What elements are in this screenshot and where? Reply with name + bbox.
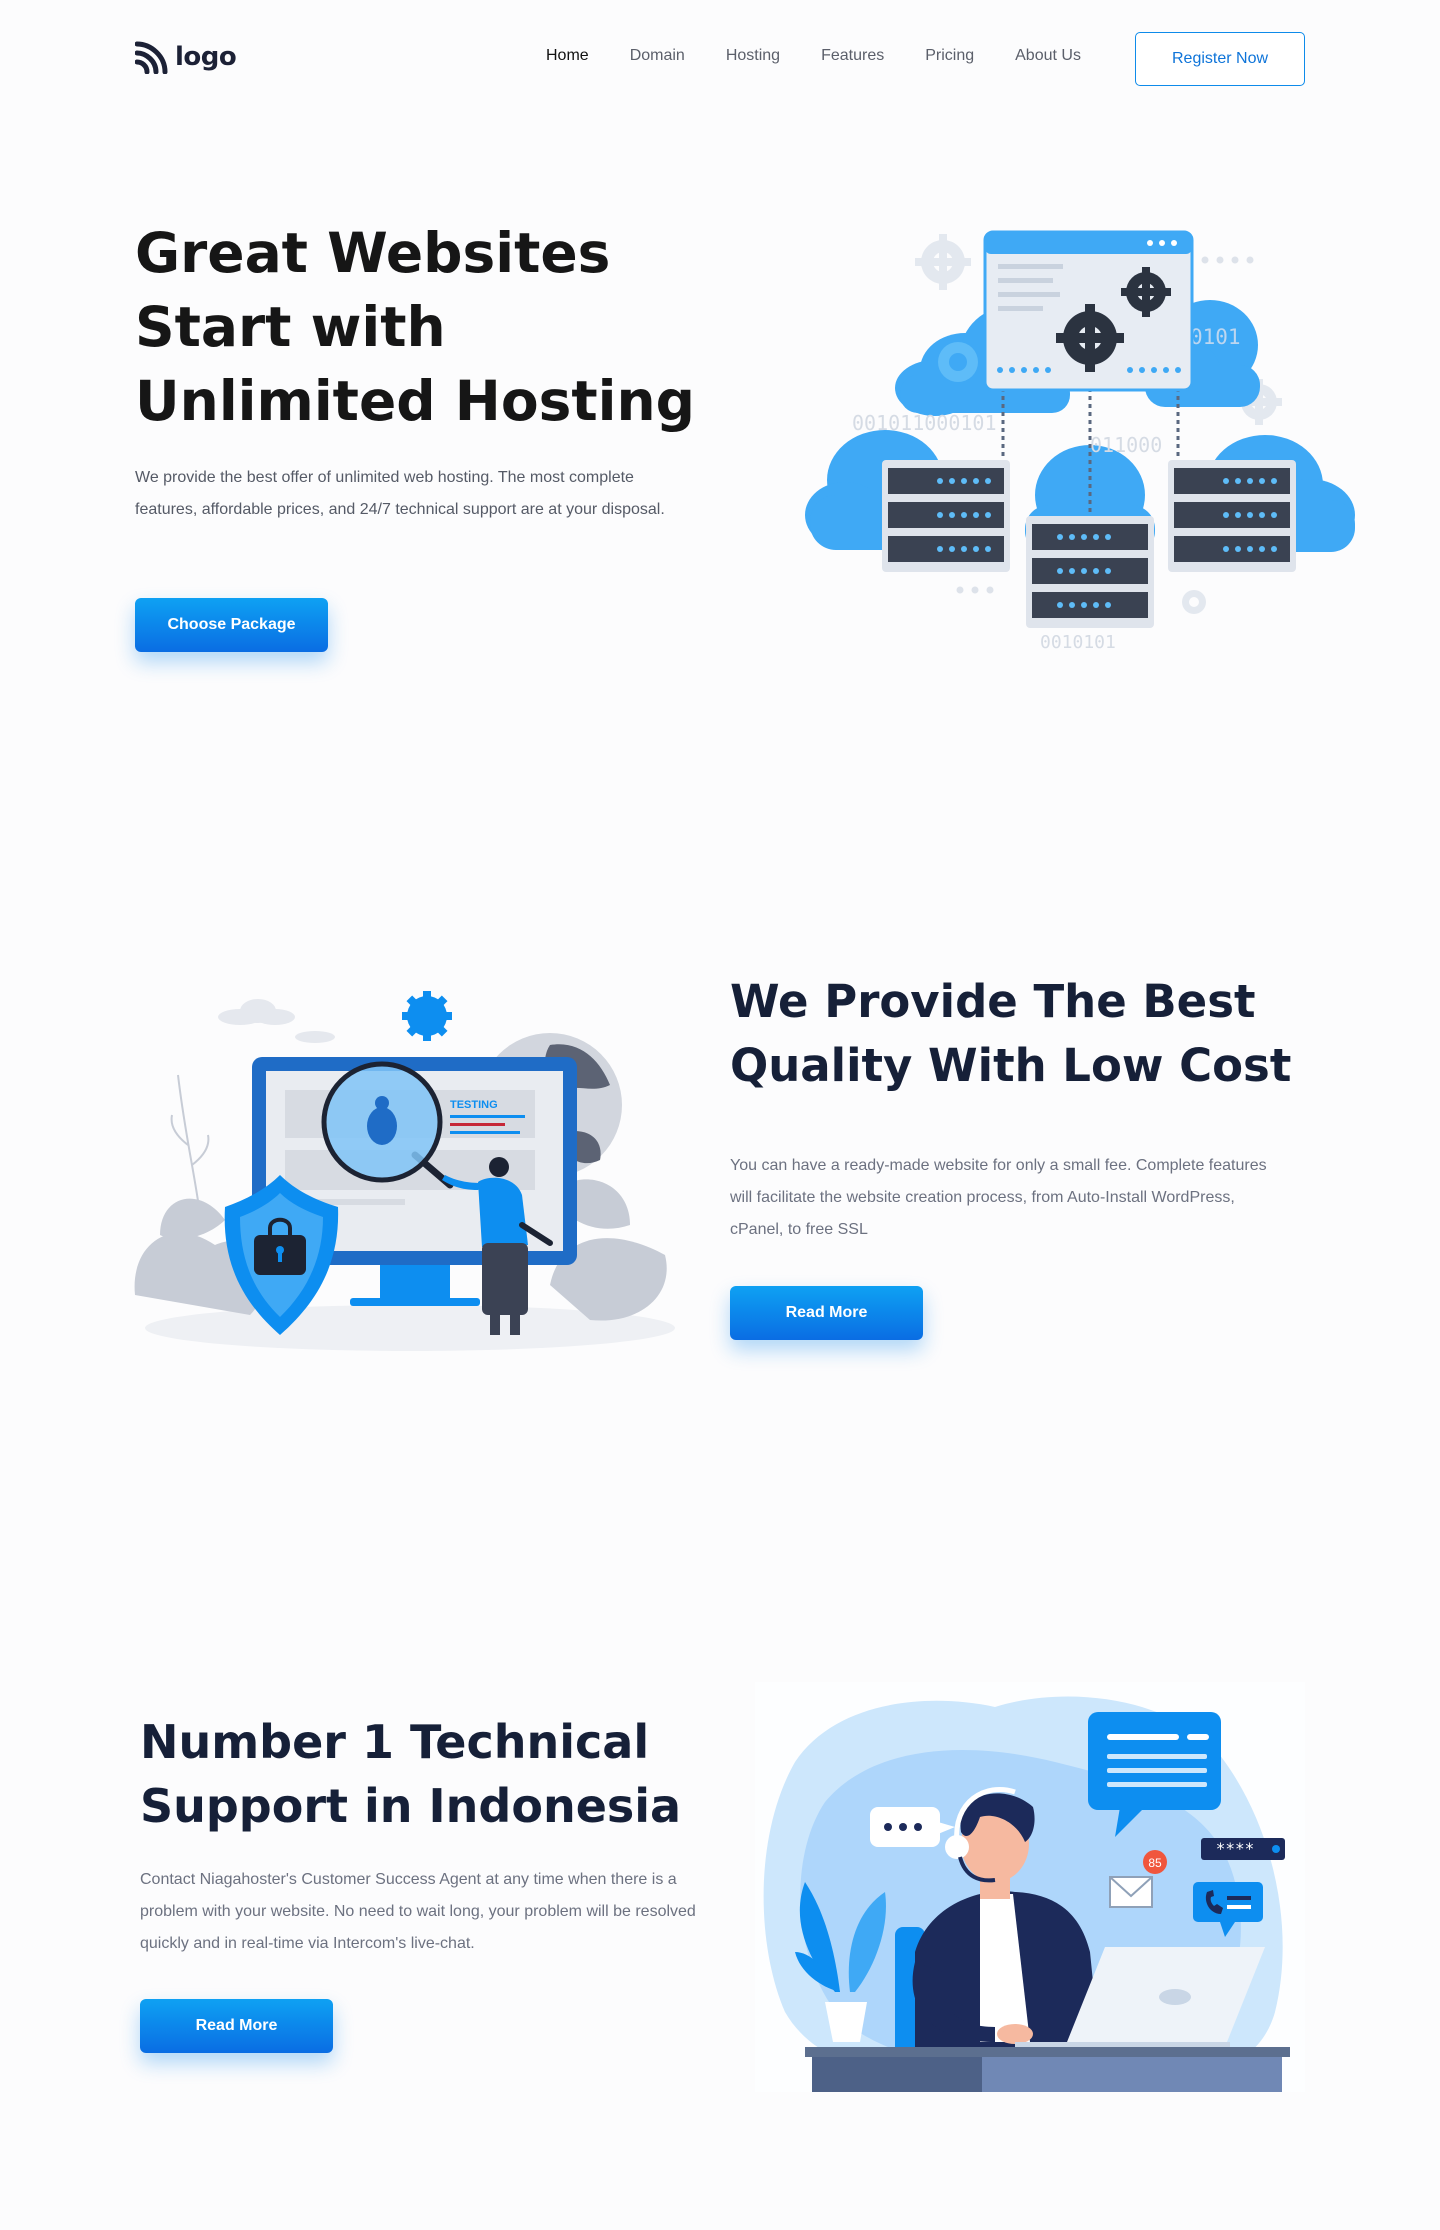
- hero-description: We provide the best offer of unlimited w…: [135, 469, 665, 518]
- cloud-shape: [218, 999, 335, 1043]
- quality-description: You can have a ready-made website for on…: [730, 1157, 1267, 1238]
- gear-icon: [1182, 590, 1206, 614]
- support-title: Number 1 Technical Support in Indonesia: [140, 1715, 682, 1833]
- testing-illustration: TESTING: [134, 991, 675, 1351]
- binary-label: 011000: [1090, 433, 1162, 457]
- nav-domain[interactable]: Domain: [630, 47, 685, 65]
- logo[interactable]: logo: [135, 40, 237, 74]
- gear-icon: [938, 342, 978, 382]
- top-nav: logo Home Domain Hosting Features Pricin…: [0, 0, 1440, 118]
- support-illustration: 85 ****: [755, 1682, 1305, 2092]
- register-now-button[interactable]: Register Now: [1135, 32, 1305, 86]
- server-rack: [1168, 460, 1296, 572]
- desk: [805, 2047, 1290, 2057]
- hero-title: Great Websites Start with Unlimited Host…: [135, 221, 696, 433]
- main-menu: Home Domain Hosting Features Pricing Abo…: [546, 47, 1122, 65]
- binary-label: 001011000101: [852, 411, 997, 435]
- hosting-illustration: 0101 001011000101 011000 0010101: [805, 230, 1355, 653]
- logo-icon: [135, 41, 168, 74]
- nav-home[interactable]: Home: [546, 47, 589, 65]
- quality-read-more-button[interactable]: Read More: [730, 1286, 923, 1340]
- branch-decoration: [170, 1074, 210, 1216]
- quality-title: We Provide The Best Quality With Low Cos…: [730, 975, 1292, 1092]
- password-mask: ****: [1216, 1839, 1255, 1858]
- notification-count: 85: [1148, 1856, 1162, 1870]
- gear-icon: [915, 234, 971, 290]
- server-rack: [1026, 516, 1154, 628]
- server-rack: [882, 460, 1010, 572]
- binary-label: 0010101: [1040, 632, 1116, 653]
- headset-icon: [945, 1835, 969, 1859]
- screen-label: TESTING: [450, 1099, 498, 1111]
- desk-front: [812, 2057, 982, 2092]
- logo-text: logo: [175, 42, 237, 72]
- bug-icon: [367, 1107, 397, 1145]
- mail-icon: [1109, 1876, 1153, 1908]
- support-read-more-button[interactable]: Read More: [140, 1999, 333, 2053]
- browser-window: [983, 230, 1194, 392]
- gear-icon: [402, 991, 452, 1041]
- support-description: Contact Niagahoster's Customer Success A…: [140, 1871, 696, 1952]
- nav-about-us[interactable]: About Us: [1015, 47, 1081, 65]
- nav-features[interactable]: Features: [821, 47, 884, 65]
- binary-label: 0101: [1190, 325, 1241, 349]
- choose-package-button[interactable]: Choose Package: [135, 598, 328, 652]
- nav-pricing[interactable]: Pricing: [925, 47, 974, 65]
- nav-hosting[interactable]: Hosting: [726, 47, 780, 65]
